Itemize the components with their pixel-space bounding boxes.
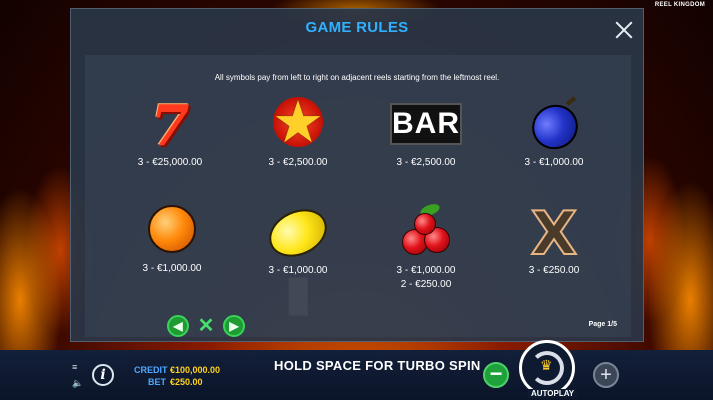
payout-line: 3 - €1,000.00 (268, 265, 328, 276)
next-page-button[interactable]: ▶ (223, 315, 245, 337)
payout-line: 3 - €1,000.00 (142, 263, 202, 274)
spin-button[interactable]: ♛ (519, 340, 575, 396)
payout-line: 3 - €1,000.00 (396, 265, 456, 276)
symbol-lemon: 3 - €1,000.00 (243, 200, 353, 277)
symbol-plum: 3 - €1,000.00 (499, 96, 609, 169)
star-icon: ★ (272, 88, 324, 156)
increase-bet-button[interactable]: + (593, 362, 619, 388)
payout-line: 3 - €2,500.00 (396, 157, 456, 168)
credit-value: €100,000.00 (170, 365, 221, 375)
payout-line: 3 - €2,500.00 (268, 157, 328, 168)
payout-line: 2 - €250.00 (400, 279, 452, 290)
payout-line: 3 - €1,000.00 (524, 157, 584, 168)
plum-icon (518, 96, 590, 157)
autoplay-button[interactable]: AUTOPLAY (528, 389, 578, 398)
sound-icon[interactable]: 🔈 (72, 378, 83, 389)
info-button[interactable]: i (92, 364, 114, 386)
symbol-bar: BAR 3 - €2,500.00 (371, 97, 481, 169)
menu-icon[interactable]: ≡ (72, 362, 82, 372)
x-symbol-icon: X (530, 199, 578, 269)
symbol-seven: 7 3 - €25,000.00 (115, 97, 225, 169)
close-rules-x-button[interactable]: ✕ (195, 315, 217, 337)
menu-icons: ≡ 🔈 (72, 362, 83, 389)
prev-page-button[interactable]: ◀ (167, 315, 189, 337)
seven-icon: 7 (150, 93, 190, 159)
credit-bet-display: CREDIT €100,000.00 BET €250.00 (134, 365, 220, 387)
symbol-star: ★ 3 - €2,500.00 (243, 88, 353, 169)
page-navigation: ◀ ✕ ▶ (167, 315, 245, 337)
bet-value: €250.00 (170, 377, 203, 387)
rules-intro-text: All symbols pay from left to right on ad… (214, 73, 500, 82)
bet-label: BET (148, 377, 166, 387)
symbol-cherries: 3 - €1,000.00 2 - €250.00 (371, 201, 481, 291)
decrease-bet-button[interactable]: − (483, 362, 509, 388)
symbol-orange: 3 - €1,000.00 (117, 203, 227, 275)
panel-title: GAME RULES (305, 19, 409, 36)
game-rules-panel: GAME RULES ▮ All symbols pay from left t… (70, 8, 644, 342)
crown-icon: ♛ (540, 357, 553, 373)
cherries-icon (390, 201, 462, 263)
brand-label: REEL KINGDOM (654, 2, 705, 8)
lemon-icon (261, 200, 335, 266)
turbo-spin-hint: HOLD SPACE FOR TURBO SPIN (274, 358, 481, 373)
page-indicator: Page 1/5 (588, 321, 617, 328)
close-button[interactable] (613, 19, 635, 41)
bar-icon: BAR (390, 97, 462, 155)
credit-label: CREDIT (134, 365, 168, 375)
orange-icon (136, 203, 208, 261)
symbol-x: X 3 - €250.00 (499, 199, 609, 277)
